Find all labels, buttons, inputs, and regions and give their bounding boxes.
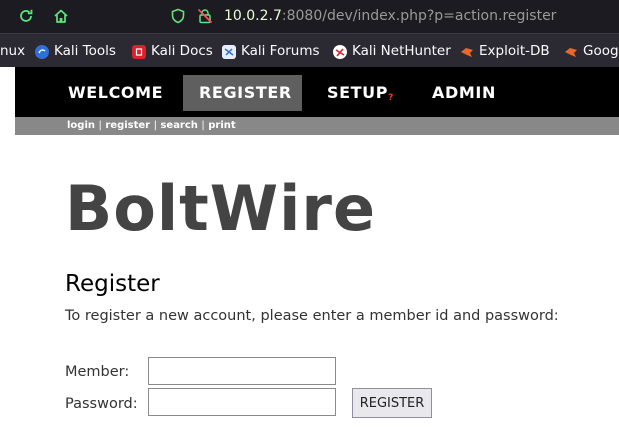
bookmark-label: nux [0, 43, 26, 59]
bookmark-kali-linux[interactable]: nux [0, 43, 25, 60]
setup-marker: ? [388, 93, 394, 103]
browser-url-bar: 10.0.2.7:8080/dev/index.php?p=action.reg… [0, 0, 619, 33]
bookmark-kali-docs[interactable]: Kali Docs [132, 43, 213, 60]
nav-admin-label: ADMIN [432, 83, 496, 102]
password-label: Password: [65, 396, 138, 412]
bookmark-google-hacking-db[interactable]: Goog [564, 43, 619, 60]
bookmarks-bar: nux Kali Tools Kali Docs Kali Forums Kal… [0, 33, 619, 67]
nav-welcome-label: WELCOME [68, 83, 164, 102]
nav-welcome[interactable]: WELCOME [68, 75, 163, 111]
exploit-db-icon [460, 45, 474, 59]
reload-icon[interactable] [17, 7, 35, 25]
password-input[interactable] [148, 388, 336, 416]
url-path: :8080/dev/index.php?p=action.register [281, 8, 557, 24]
separator: | [153, 120, 157, 131]
url-host: 10.0.2.7 [224, 8, 282, 24]
link-login[interactable]: login [67, 120, 95, 131]
bookmark-label: Kali NetHunter [352, 43, 451, 59]
kali-nethunter-icon [333, 44, 347, 59]
bookmark-exploit-db[interactable]: Exploit-DB [460, 43, 550, 60]
main-nav: WELCOME REGISTER SETUP? ADMIN [15, 67, 619, 117]
page-title: Register [65, 271, 160, 297]
member-label: Member: [65, 364, 130, 380]
separator: | [98, 120, 102, 131]
bookmark-kali-nethunter[interactable]: Kali NetHunter [333, 43, 451, 60]
separator: | [201, 120, 205, 131]
nav-register-label: REGISTER [199, 83, 292, 102]
bookmark-label: Exploit-DB [479, 43, 550, 59]
bookmark-label: Goog [583, 43, 619, 59]
insecure-lock-icon[interactable] [196, 7, 214, 25]
nav-register[interactable]: REGISTER [183, 75, 302, 111]
link-search[interactable]: search [160, 120, 197, 131]
member-input[interactable] [148, 357, 336, 385]
link-print[interactable]: print [208, 120, 235, 131]
bookmark-label: Kali Tools [54, 43, 116, 59]
kali-tools-icon [35, 44, 49, 59]
kali-forums-icon [222, 44, 236, 59]
sub-nav-links: login | register | search | print [67, 117, 236, 135]
sub-nav: login | register | search | print [15, 117, 619, 135]
site-title: BoltWire [65, 172, 377, 245]
shield-icon[interactable] [169, 7, 187, 25]
intro-text: To register a new account, please enter … [65, 308, 559, 324]
bookmark-label: Kali Docs [151, 43, 213, 59]
kali-docs-icon [132, 44, 146, 59]
nav-admin[interactable]: ADMIN [432, 75, 496, 111]
google-hacking-db-icon [564, 45, 578, 59]
register-button[interactable]: REGISTER [352, 388, 432, 418]
bookmark-kali-forums[interactable]: Kali Forums [222, 43, 320, 60]
nav-setup[interactable]: SETUP? [327, 75, 394, 111]
nav-setup-label: SETUP [327, 83, 389, 102]
address-field[interactable]: 10.0.2.7:8080/dev/index.php?p=action.reg… [224, 7, 556, 25]
link-register[interactable]: register [105, 120, 150, 131]
bookmark-kali-tools[interactable]: Kali Tools [35, 43, 116, 60]
home-icon[interactable] [52, 7, 70, 25]
bookmark-label: Kali Forums [241, 43, 320, 59]
